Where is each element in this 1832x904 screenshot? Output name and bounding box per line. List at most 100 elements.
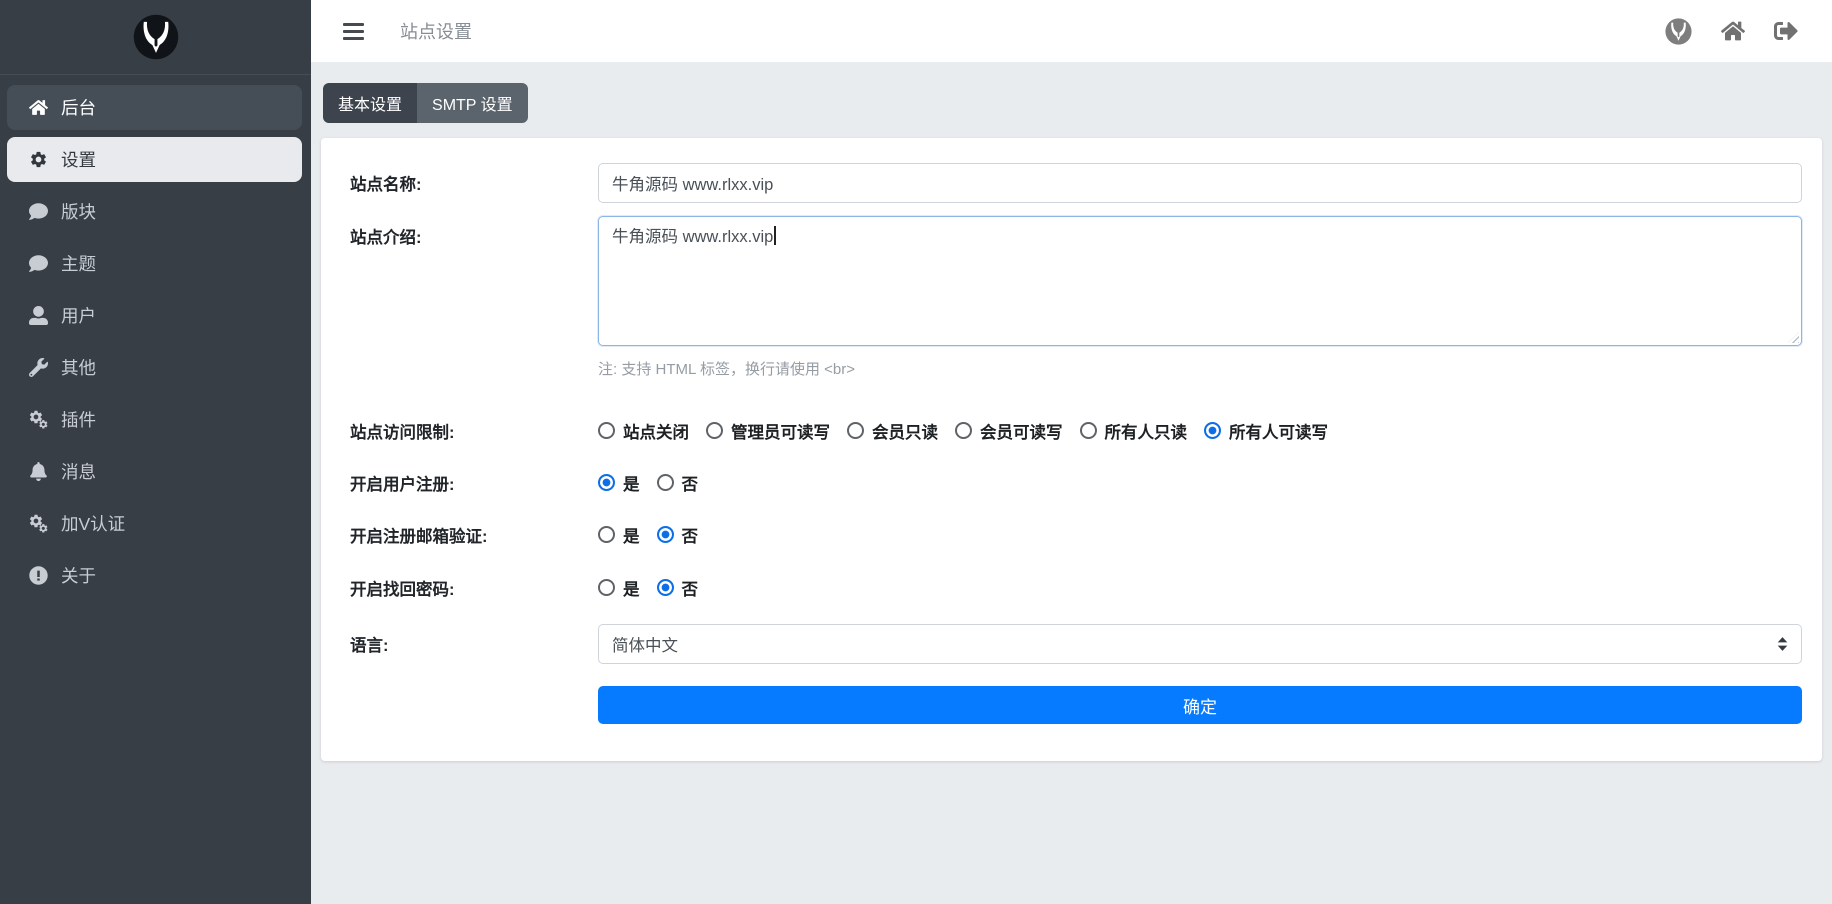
radio-selected-icon[interactable] [1204,422,1221,439]
home-icon [1721,19,1745,43]
radio-option[interactable]: 所有人只读 [1080,419,1188,443]
topbar-actions [1665,18,1804,45]
hamburger-icon [343,23,364,26]
radio-unselected-icon[interactable] [598,579,615,596]
radio-label: 管理员可读写 [731,419,830,443]
radio-option[interactable]: 会员只读 [847,419,938,443]
site-intro-text: 牛角源码 www.rlxx.vip [612,228,773,246]
logo-button[interactable] [1665,18,1692,45]
bull-logo-icon [133,14,179,60]
cogs-icon [27,514,49,534]
site-intro-label: 站点介绍: [341,216,598,248]
page-title: 站点设置 [400,18,472,44]
radio-unselected-icon[interactable] [598,422,615,439]
sidebar-item-backend[interactable]: 后台 [7,85,302,130]
radio-label: 会员只读 [872,419,938,443]
logout-button[interactable] [1774,19,1798,43]
register-radio-group: 是否 [598,469,1802,495]
radio-option[interactable]: 否 [657,471,699,495]
access-limit-row: 站点访问限制: 站点关闭 管理员可读写 会员只读 会员可读写 所有人只读所有人可读写 [341,417,1802,443]
sidebar-item-topics[interactable]: 主题 [7,241,302,286]
confirm-button[interactable]: 确定 [598,686,1802,724]
sidebar-item-label: 后台 [61,95,96,120]
sidebar-item-label: 消息 [61,459,96,484]
access-limit-label: 站点访问限制: [341,417,598,443]
radio-option[interactable]: 否 [657,576,699,600]
wrench-icon [27,358,49,378]
sidebar-item-label: 版块 [61,199,96,224]
bull-logo-icon [1665,18,1692,45]
radio-unselected-icon[interactable] [1080,422,1097,439]
access-limit-radio-group: 站点关闭 管理员可读写 会员只读 会员可读写 所有人只读所有人可读写 [598,417,1802,443]
email-verify-radio-group: 是否 [598,521,1802,547]
radio-unselected-icon[interactable] [598,526,615,543]
sidebar-item-users[interactable]: 用户 [7,293,302,338]
password-reset-row: 开启找回密码: 是否 [341,574,1802,600]
sidebar-item-label: 设置 [61,147,96,172]
sign-out-icon [1774,19,1798,43]
radio-label: 是 [623,523,640,547]
user-icon [27,306,49,326]
register-row: 开启用户注册: 是否 [341,469,1802,495]
radio-option[interactable]: 所有人可读写 [1204,419,1328,443]
sidebar-item-label: 用户 [61,303,96,328]
radio-option[interactable]: 管理员可读写 [706,419,830,443]
topbar: 站点设置 [311,0,1832,62]
sidebar-item-plugins[interactable]: 插件 [7,397,302,442]
home-button[interactable] [1721,19,1745,43]
gear-icon [27,150,49,170]
site-intro-textarea[interactable]: 牛角源码 www.rlxx.vip [598,216,1802,346]
content-area: 基本设置SMTP 设置 站点名称: 站点介绍: 牛角源码 www.rlxx.vi… [311,62,1832,904]
radio-option[interactable]: 站点关闭 [598,419,689,443]
site-name-input[interactable] [598,163,1802,203]
language-select-value: 简体中文 [612,632,678,656]
radio-selected-icon[interactable] [657,579,674,596]
site-intro-row: 站点介绍: 牛角源码 www.rlxx.vip 注: 支持 HTML 标签，换行… [341,216,1802,379]
radio-selected-icon[interactable] [598,474,615,491]
site-logo[interactable] [0,0,311,75]
sidebar-menu: 后台设置版块主题用户其他插件消息加V认证关于 [0,75,311,605]
radio-option[interactable]: 是 [598,471,640,495]
radio-option[interactable]: 是 [598,576,640,600]
text-cursor [774,226,776,245]
radio-option[interactable]: 是 [598,523,640,547]
sidebar-item-forums[interactable]: 版块 [7,189,302,234]
language-select[interactable]: 简体中文 [598,624,1802,664]
radio-label: 站点关闭 [623,419,689,443]
radio-selected-icon[interactable] [657,526,674,543]
radio-option[interactable]: 会员可读写 [955,419,1063,443]
tab-smtp-settings[interactable]: SMTP 设置 [417,83,528,123]
radio-label: 是 [623,471,640,495]
sidebar-item-verification[interactable]: 加V认证 [7,501,302,546]
sidebar: 后台设置版块主题用户其他插件消息加V认证关于 [0,0,311,904]
tab-basic-settings[interactable]: 基本设置 [323,83,417,123]
sidebar-item-about[interactable]: 关于 [7,553,302,598]
submit-row: 确定 [341,686,1802,724]
site-name-label: 站点名称: [341,163,598,195]
sidebar-item-messages[interactable]: 消息 [7,449,302,494]
resize-grip-icon[interactable] [1788,332,1799,343]
sidebar-item-settings[interactable]: 设置 [7,137,302,182]
radio-unselected-icon[interactable] [657,474,674,491]
register-label: 开启用户注册: [341,469,598,495]
site-name-row: 站点名称: [341,163,1802,203]
sidebar-item-label: 关于 [61,563,96,588]
email-verify-row: 开启注册邮箱验证: 是否 [341,521,1802,547]
menu-toggle-button[interactable] [339,19,368,44]
info-circle-icon [27,566,49,586]
comment-icon [27,254,49,274]
bell-icon [27,462,49,482]
cogs-icon [27,410,49,430]
sidebar-item-label: 插件 [61,407,96,432]
radio-unselected-icon[interactable] [706,422,723,439]
email-verify-label: 开启注册邮箱验证: [341,521,598,547]
select-arrows-icon [1776,636,1789,652]
radio-unselected-icon[interactable] [955,422,972,439]
html-support-note: 注: 支持 HTML 标签，换行请使用 <br> [598,358,1802,379]
radio-label: 会员可读写 [980,419,1063,443]
radio-option[interactable]: 否 [657,523,699,547]
radio-label: 所有人只读 [1105,419,1188,443]
radio-unselected-icon[interactable] [847,422,864,439]
language-label: 语言: [341,624,598,656]
sidebar-item-others[interactable]: 其他 [7,345,302,390]
